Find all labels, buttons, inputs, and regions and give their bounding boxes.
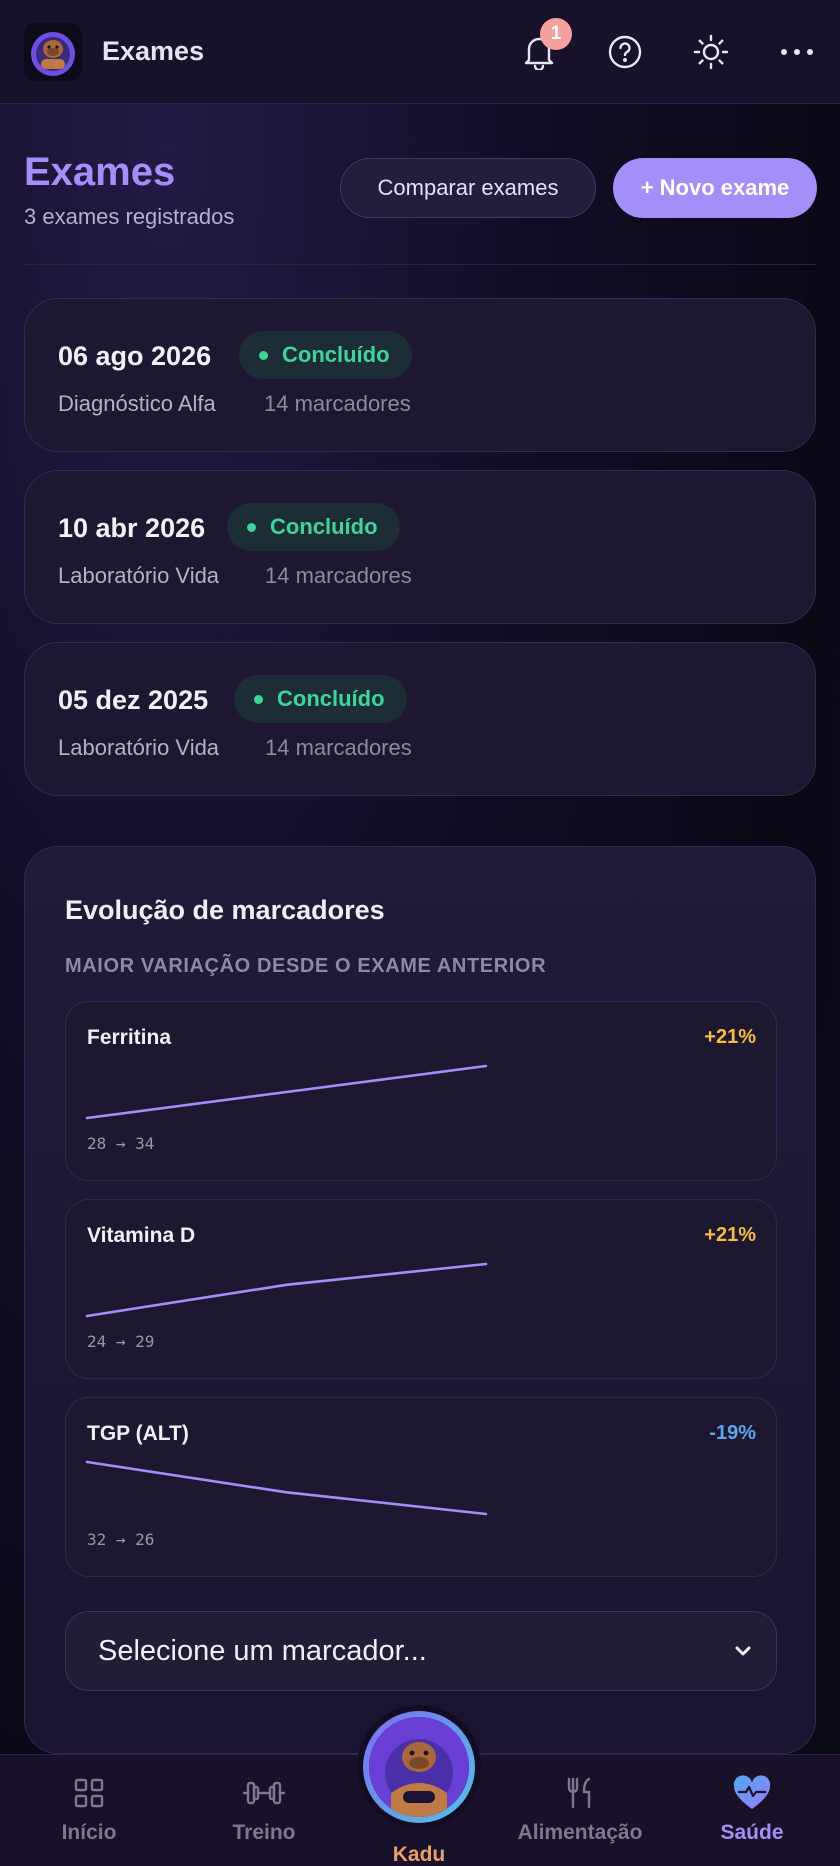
top-bar: Exames 1: [0, 0, 840, 104]
evolution-subtitle: MAIOR VARIAÇÃO DESDE O EXAME ANTERIOR: [65, 955, 547, 977]
more-options-button[interactable]: [754, 0, 840, 104]
nav-label-active: Saúde: [720, 1821, 784, 1844]
marker-card[interactable]: Ferritina +21% 28 → 34: [65, 1001, 777, 1181]
notifications-button[interactable]: 1: [496, 0, 582, 104]
sparkline-chart: [85, 1064, 488, 1120]
marker-name: Ferritina: [87, 1026, 172, 1049]
exam-lab: Diagnóstico Alfa: [58, 391, 216, 416]
status-badge: Concluído: [239, 331, 412, 379]
status-label: Concluído: [270, 514, 378, 539]
sparkline-line: [85, 1064, 488, 1120]
marker-select-placeholder: Selecione um marcador...: [98, 1634, 427, 1667]
exam-marker-count: 14 marcadores: [264, 391, 411, 416]
status-label: Concluído: [282, 342, 390, 367]
marker-values: 24 → 29: [87, 1332, 155, 1351]
exam-date: 06 ago 2026: [58, 341, 212, 371]
nav-label: Treino: [232, 1821, 296, 1844]
nav-item-saude[interactable]: Saúde: [708, 1755, 796, 1866]
nav-label: Alimentação: [517, 1821, 643, 1844]
notification-badge: 1: [540, 18, 572, 50]
grid-icon: [74, 1778, 104, 1808]
exam-card[interactable]: 10 abr 2026 Concluído Laboratório Vida 1…: [24, 470, 816, 624]
marker-select[interactable]: Selecione um marcador...: [65, 1611, 777, 1691]
exam-lab: Laboratório Vida: [58, 735, 220, 760]
marker-name: Vitamina D: [87, 1224, 196, 1247]
status-dot-icon: [254, 694, 263, 704]
bottom-nav: Início Treino Kadu Alimentação Saúde: [0, 1705, 840, 1866]
exam-card[interactable]: 05 dez 2025 Concluído Laboratório Vida 1…: [24, 642, 816, 796]
exam-lab: Laboratório Vida: [58, 563, 220, 588]
fork-knife-icon: [567, 1777, 591, 1809]
nav-label-kadu[interactable]: Kadu: [357, 1843, 481, 1866]
marker-evolution-card: Evolução de marcadores MAIOR VARIAÇÃO DE…: [24, 846, 816, 1754]
marker-name: TGP (ALT): [87, 1422, 189, 1445]
exam-marker-count: 14 marcadores: [265, 735, 412, 760]
compare-exams-button[interactable]: Comparar exames: [340, 158, 596, 218]
kadu-avatar-icon: [369, 1717, 469, 1817]
sparkline-line: [85, 1262, 488, 1318]
help-icon: [608, 35, 642, 69]
marker-change: +21%: [704, 1224, 756, 1246]
marker-values: 28 → 34: [87, 1134, 155, 1153]
exam-card[interactable]: 06 ago 2026 Concluído Diagnóstico Alfa 1…: [24, 298, 816, 452]
status-badge: Concluído: [234, 675, 407, 723]
marker-card[interactable]: TGP (ALT) -19% 32 → 26: [65, 1397, 777, 1577]
status-badge: Concluído: [227, 503, 400, 551]
divider: [24, 264, 816, 265]
exam-date: 10 abr 2026: [58, 513, 206, 543]
new-exam-button[interactable]: + Novo exame: [613, 158, 817, 218]
theme-toggle-button[interactable]: [668, 0, 754, 104]
marker-change: -19%: [709, 1422, 756, 1444]
evolution-title: Evolução de marcadores: [65, 895, 385, 925]
chevron-down-icon: [735, 1646, 751, 1656]
more-icon: [781, 49, 813, 55]
page-title: Exames: [24, 150, 176, 194]
sun-icon: [693, 34, 729, 70]
page-subtitle: 3 exames registrados: [24, 204, 235, 229]
exam-marker-count: 14 marcadores: [265, 563, 412, 588]
sparkline-line: [85, 1460, 488, 1516]
help-button[interactable]: [582, 0, 668, 104]
nav-item-treino[interactable]: Treino: [214, 1755, 314, 1866]
nav-item-inicio[interactable]: Início: [44, 1755, 134, 1866]
dumbbell-icon: [242, 1781, 286, 1805]
nav-item-alimentacao[interactable]: Alimentação: [510, 1755, 650, 1866]
marker-values: 32 → 26: [87, 1530, 155, 1549]
app-title: Exames: [102, 36, 205, 66]
status-dot-icon: [247, 522, 256, 532]
status-dot-icon: [259, 350, 268, 360]
heart-pulse-icon: [733, 1775, 771, 1809]
marker-card[interactable]: Vitamina D +21% 24 → 29: [65, 1199, 777, 1379]
status-label: Concluído: [277, 686, 385, 711]
kadu-button[interactable]: [357, 1705, 481, 1829]
exam-date: 05 dez 2025: [58, 685, 209, 715]
marker-change: +21%: [704, 1026, 756, 1048]
app-logo[interactable]: [24, 22, 82, 81]
nav-label: Início: [61, 1821, 117, 1844]
